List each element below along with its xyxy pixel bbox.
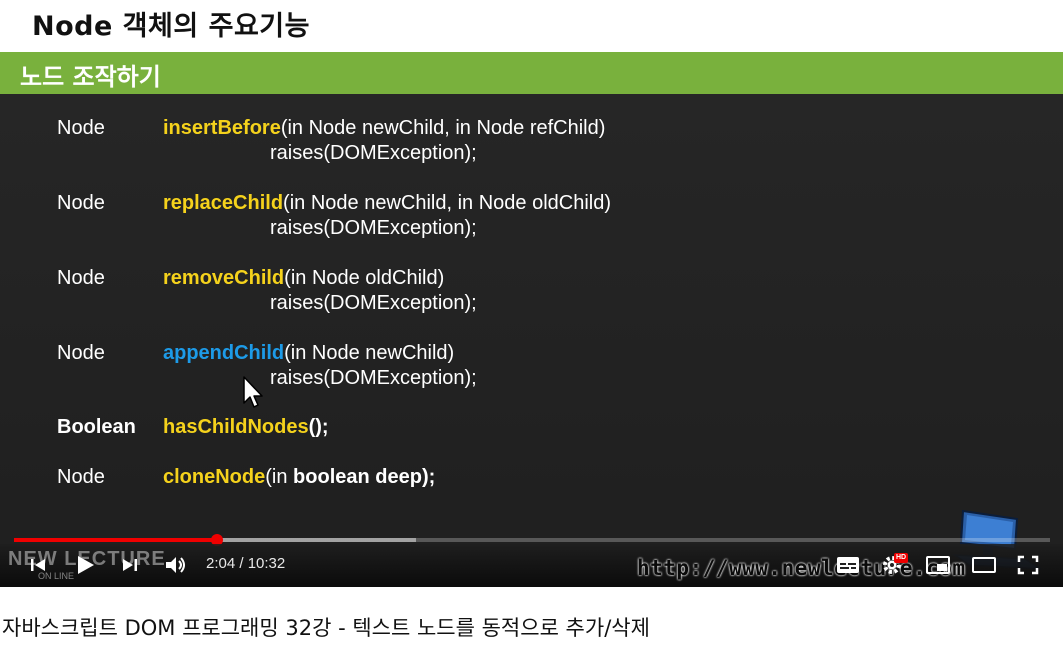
time-display: 2:04 / 10:32 (206, 555, 286, 572)
fullscreen-icon (1017, 555, 1039, 575)
page: Node 객체의 주요기능 노드 조작하기 Node insertBefore(… (0, 0, 1063, 657)
method-name: replaceChild (163, 192, 284, 214)
raises-clause: raises(DOMException); (270, 292, 477, 314)
raises-clause: raises(DOMException); (270, 217, 477, 239)
method-signature: cloneNode(in boolean deep); (163, 466, 435, 489)
return-type: Node (57, 267, 105, 289)
progress-bar[interactable] (14, 534, 1050, 546)
hd-badge: HD (894, 553, 909, 563)
method-name-highlighted: appendChild (163, 342, 285, 364)
raises-clause: raises(DOMException); (270, 142, 477, 164)
volume-button[interactable] (162, 552, 190, 578)
return-type: Node (57, 342, 105, 364)
method-name: insertBefore (163, 117, 281, 139)
skip-next-button[interactable] (118, 552, 142, 578)
play-button[interactable] (72, 552, 98, 578)
method-params: (in Node newChild) (284, 342, 455, 364)
method-params: (in Node newChild, in Node oldChild) (283, 192, 611, 214)
return-type: Node (57, 192, 105, 214)
subtitles-button[interactable] (834, 552, 862, 578)
method-params-bold: boolean deep); (293, 466, 436, 488)
subtitles-icon (837, 557, 859, 573)
fullscreen-button[interactable] (1014, 552, 1042, 578)
progress-played (14, 538, 218, 542)
slide-title: Node 객체의 주요기능 (32, 11, 310, 42)
method-params: (in (265, 466, 294, 488)
method-signature: appendChild(in Node newChild) (163, 342, 454, 365)
return-type: Node (57, 117, 105, 139)
method-signature: removeChild(in Node oldChild) (163, 267, 444, 290)
play-icon (78, 556, 94, 574)
return-type: Boolean (57, 416, 136, 438)
mouse-cursor-icon (243, 376, 263, 408)
section-title: 노드 조작하기 (20, 63, 161, 91)
skip-previous-icon (31, 559, 45, 571)
return-type: Node (57, 466, 105, 488)
method-name: cloneNode (163, 466, 266, 488)
method-name: removeChild (163, 267, 285, 289)
miniplayer-button[interactable] (924, 552, 952, 578)
method-signature: replaceChild(in Node newChild, in Node o… (163, 192, 611, 215)
theater-mode-icon (972, 557, 996, 573)
video-title[interactable]: 자바스크립트 DOM 프로그래밍 32강 - 텍스트 노드를 동적으로 추가/삭… (2, 612, 650, 642)
method-params: (in Node oldChild) (284, 267, 445, 289)
method-signature: hasChildNodes(); (163, 416, 329, 439)
video-player[interactable]: Node 객체의 주요기능 노드 조작하기 Node insertBefore(… (0, 0, 1063, 587)
method-params: (in Node newChild, in Node refChild) (280, 117, 606, 139)
raises-clause: raises(DOMException); (270, 367, 477, 389)
method-signature: insertBefore(in Node newChild, in Node r… (163, 117, 605, 140)
method-params: (); (308, 416, 329, 438)
slide-body (0, 94, 1063, 587)
miniplayer-icon (926, 556, 950, 574)
method-name: hasChildNodes (163, 416, 309, 438)
volume-icon (166, 557, 185, 573)
skip-previous-button[interactable] (26, 552, 50, 578)
watermark-url: http://www.newlecture.com (637, 556, 966, 580)
skip-next-icon (123, 559, 137, 571)
theater-mode-button[interactable] (970, 552, 998, 578)
